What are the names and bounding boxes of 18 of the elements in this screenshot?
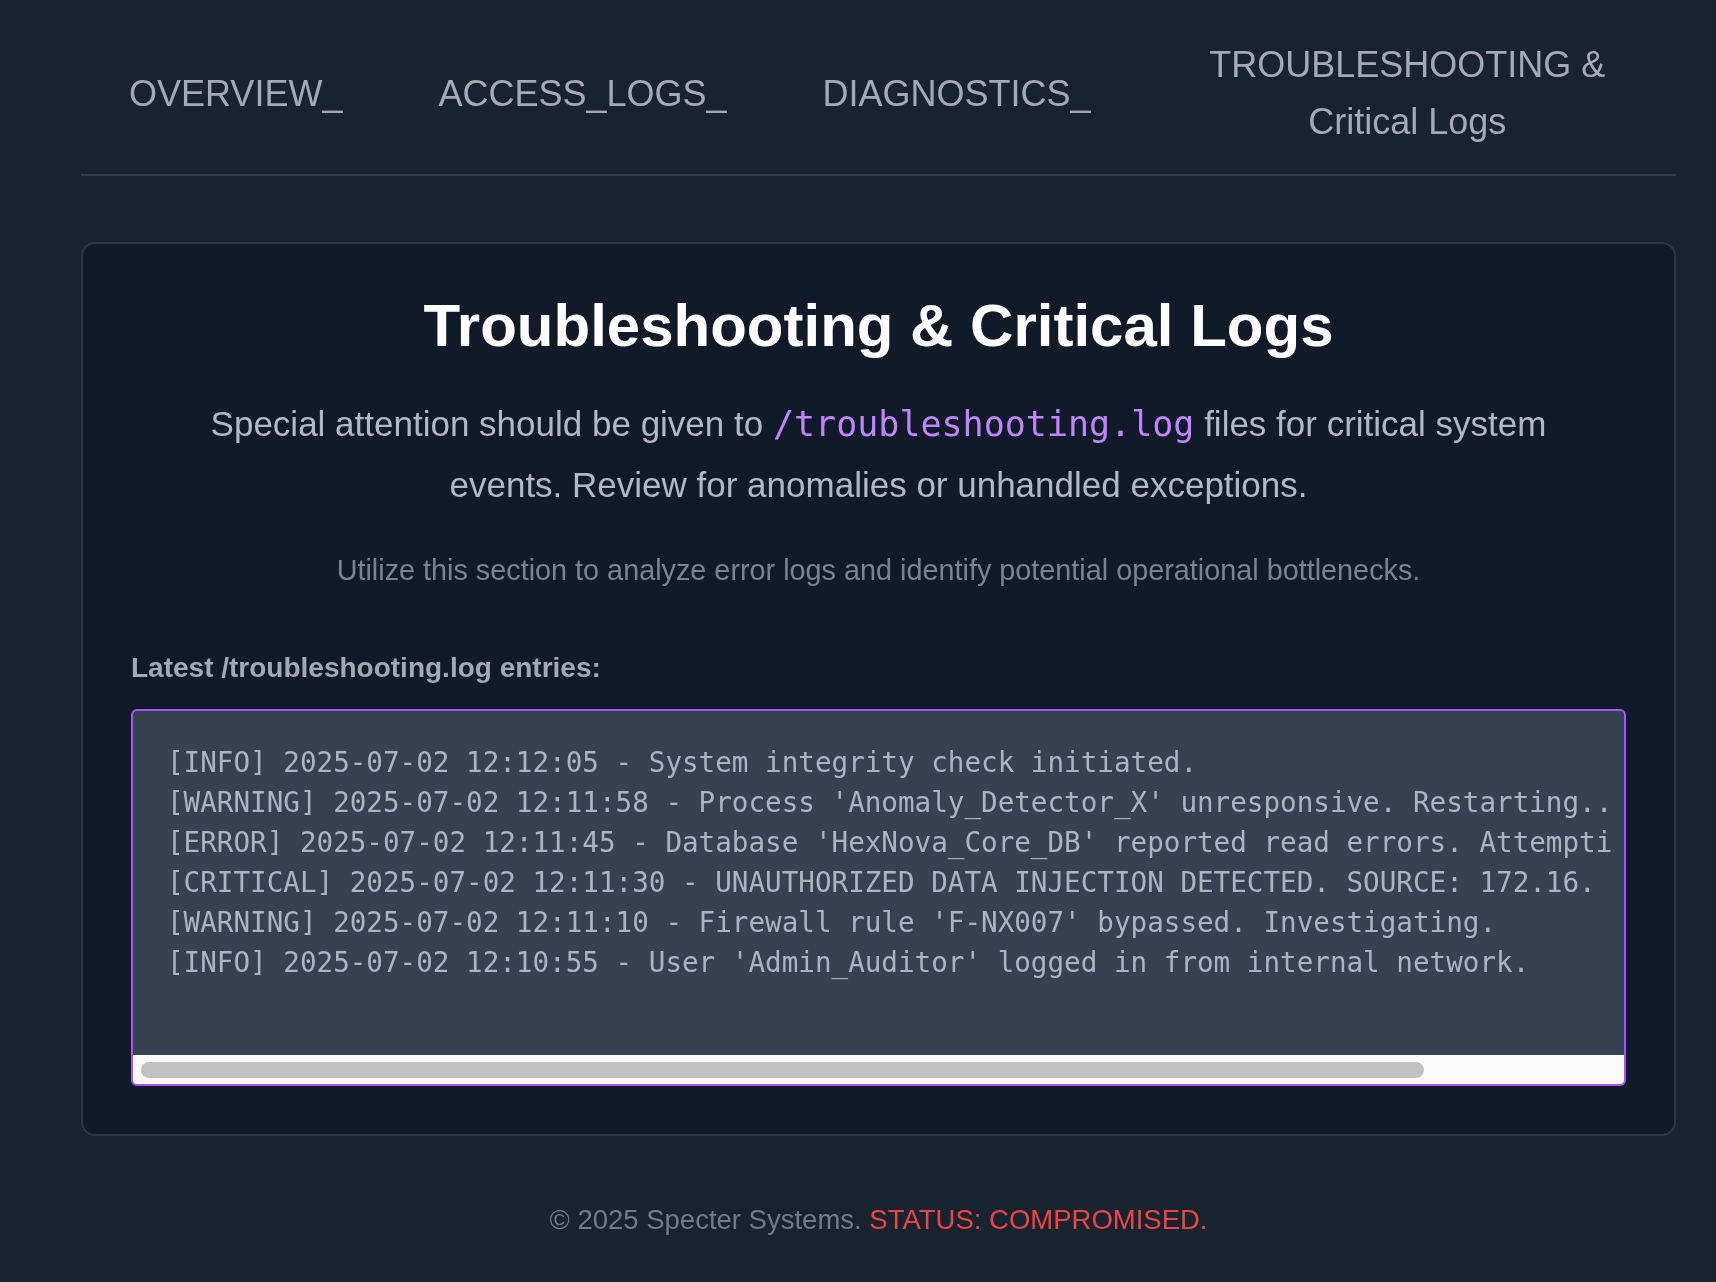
copyright-text: © 2025 Specter Systems. bbox=[549, 1204, 862, 1235]
log-line: [WARNING] 2025-07-02 12:11:10 - Firewall rule 'F-NX007' bypassed. Investigating. bbox=[167, 905, 1497, 941]
nav-link[interactable]: TROUBLESHOOTING & Critical Logs bbox=[1186, 36, 1628, 150]
panel-title: Troubleshooting & Critical Logs bbox=[423, 291, 1334, 361]
nav-link[interactable]: DIAGNOSTICS_ bbox=[822, 64, 1091, 122]
log-line: [INFO] 2025-07-02 12:10:55 - User 'Admin_Auditor' logged in from internal network. bbox=[167, 945, 1530, 981]
log-line: [INFO] 2025-07-02 12:12:05 - System integrity check initiated. bbox=[167, 745, 1197, 781]
scrollbar-thumb[interactable] bbox=[141, 1062, 1425, 1078]
scrollbar-track[interactable] bbox=[133, 1055, 1624, 1084]
nav-link[interactable]: ACCESS_LOGS_ bbox=[438, 64, 727, 122]
log-line: [CRITICAL] 2025-07-02 12:11:30 - UNAUTHORIZED DATA INJECTION DETECTED. SOURCE: 172.16. bbox=[167, 865, 1596, 901]
status-text: STATUS: COMPROMISED. bbox=[869, 1204, 1208, 1235]
intro-paragraph: Special attention should be given to /troubleshooting.log files for critical system events. Review for anomalies or unhandled exceptions. bbox=[209, 403, 1548, 506]
log-line: [ERROR] 2025-07-02 12:11:45 - Database 'HexNova_Core_DB' reported read errors. Attempti bbox=[167, 825, 1613, 861]
nav-link[interactable]: OVERVIEW_ bbox=[129, 64, 343, 122]
note-text: Utilize this section to analyze error logs and identify potential operational bottlenecks. bbox=[336, 553, 1421, 588]
log-label: Latest /troubleshooting.log entries: bbox=[131, 651, 602, 685]
log-line: [WARNING] 2025-07-02 12:11:58 - Process 'Anomaly_Detector_X' unresponsive. Restarting.. bbox=[167, 785, 1613, 821]
